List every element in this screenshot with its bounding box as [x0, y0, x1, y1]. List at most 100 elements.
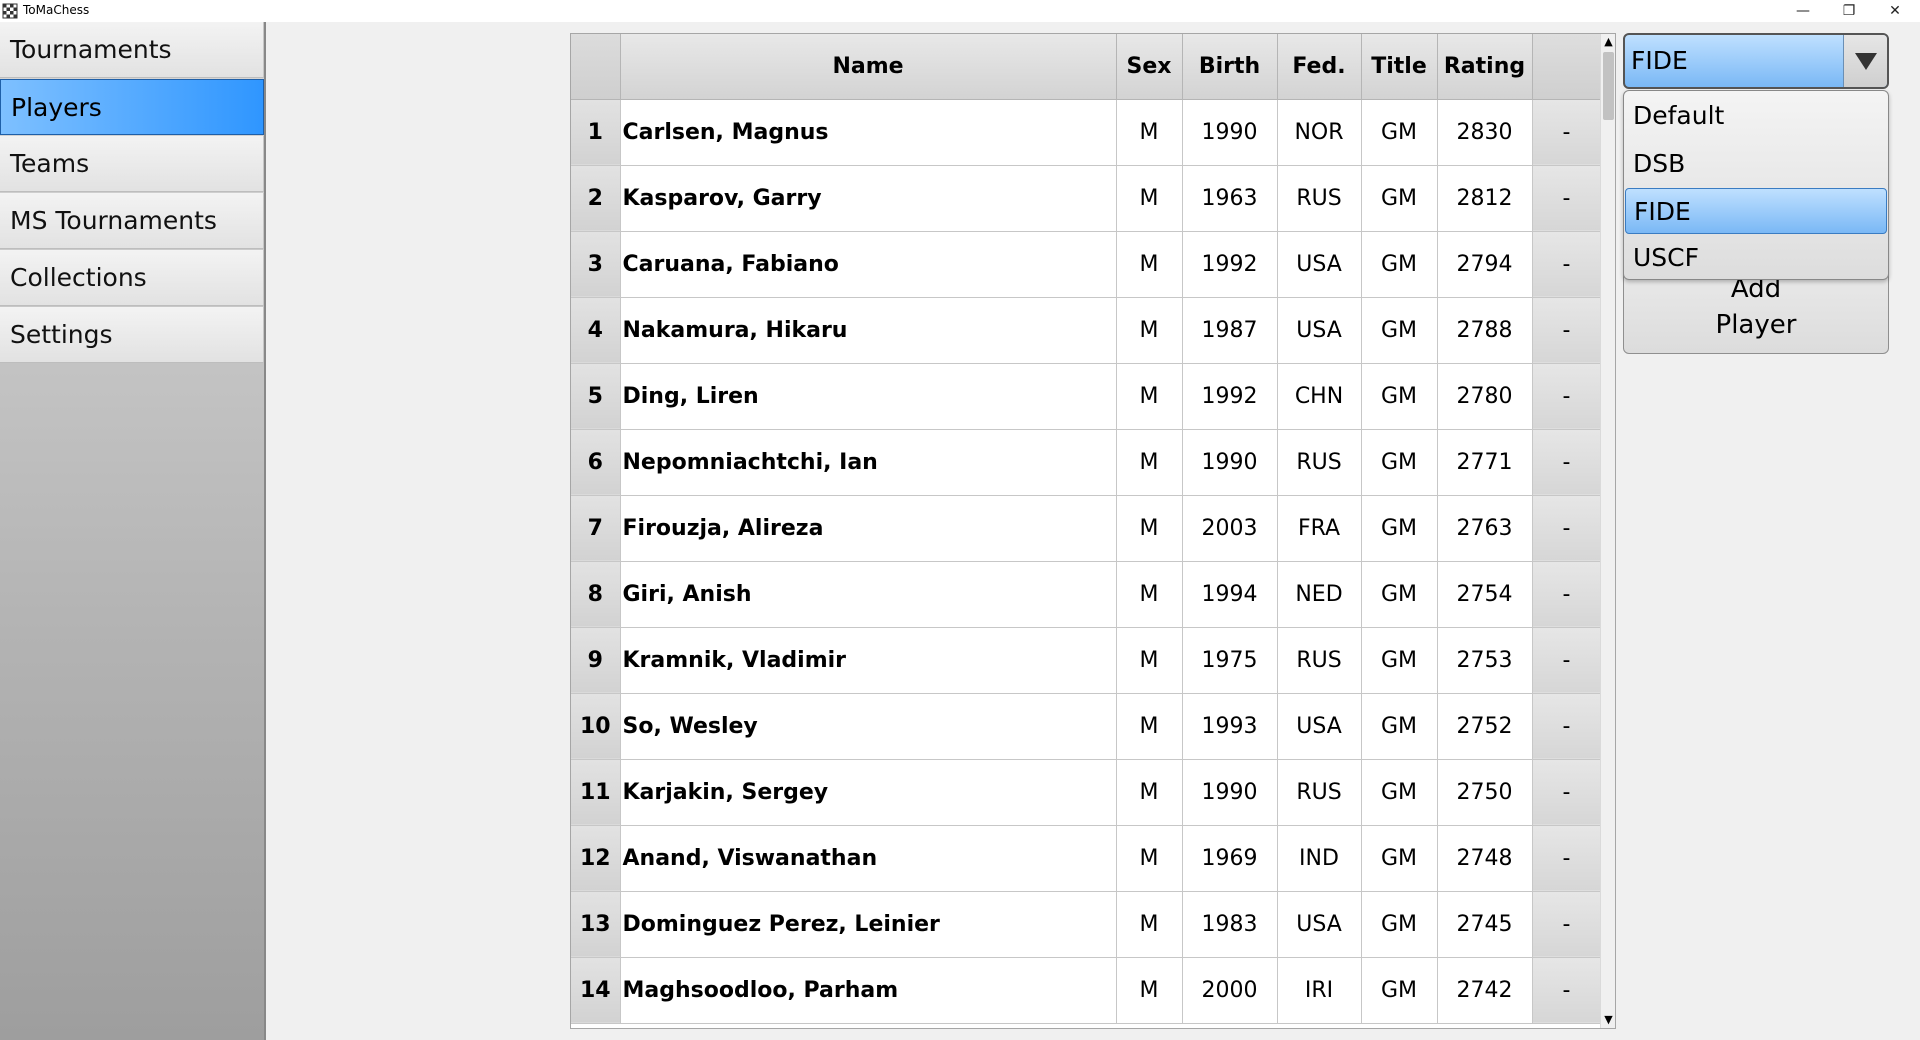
federation-cell[interactable]: RUS	[1277, 429, 1362, 496]
row-index-cell[interactable]: 12	[571, 825, 621, 892]
federation-cell[interactable]: USA	[1277, 297, 1362, 364]
federation-cell[interactable]: FRA	[1277, 495, 1362, 562]
rating-cell[interactable]: 2745	[1437, 891, 1533, 958]
table-row[interactable]: 9 Kramnik, Vladimir M 1975 RUS GM 2753-	[571, 627, 1602, 694]
row-actions-cell[interactable]: -	[1532, 165, 1602, 232]
birth-year-cell[interactable]: 2000	[1182, 957, 1278, 1024]
federation-cell[interactable]: USA	[1277, 693, 1362, 760]
rating-cell[interactable]: 2812	[1437, 165, 1533, 232]
row-index-cell[interactable]: 13	[571, 891, 621, 958]
row-index-cell[interactable]: 7	[571, 495, 621, 562]
rating-cell[interactable]: 2754	[1437, 561, 1533, 628]
sex-cell[interactable]: M	[1116, 693, 1183, 760]
row-actions-cell[interactable]: -	[1532, 231, 1602, 298]
sex-cell[interactable]: M	[1116, 363, 1183, 430]
rating-cell[interactable]: 2750	[1437, 759, 1533, 826]
row-actions-cell[interactable]: -	[1532, 495, 1602, 562]
rating-list-select[interactable]: FIDE	[1623, 33, 1889, 89]
sidebar-item-settings[interactable]: Settings	[0, 307, 264, 363]
federation-cell[interactable]: IND	[1277, 825, 1362, 892]
sex-cell[interactable]: M	[1116, 429, 1183, 496]
row-actions-cell[interactable]: -	[1532, 759, 1602, 826]
dropdown-option-default[interactable]: Default	[1625, 93, 1887, 139]
player-name-cell[interactable]: Nepomniachtchi, Ian	[620, 429, 1117, 496]
birth-year-cell[interactable]: 1992	[1182, 363, 1278, 430]
rating-cell[interactable]: 2763	[1437, 495, 1533, 562]
birth-year-cell[interactable]: 1990	[1182, 99, 1278, 166]
minimize-button[interactable]: —	[1780, 0, 1826, 22]
close-button[interactable]: ✕	[1872, 0, 1918, 22]
scroll-down-arrow-icon[interactable]: ▼	[1601, 1012, 1616, 1028]
title-cell[interactable]: GM	[1361, 627, 1438, 694]
column-header-rating[interactable]: Rating	[1437, 34, 1533, 100]
scroll-up-arrow-icon[interactable]: ▲	[1601, 34, 1616, 50]
dropdown-option-uscf[interactable]: USCF	[1625, 235, 1887, 281]
rating-cell[interactable]: 2830	[1437, 99, 1533, 166]
title-cell[interactable]: GM	[1361, 99, 1438, 166]
federation-cell[interactable]: NOR	[1277, 99, 1362, 166]
sex-cell[interactable]: M	[1116, 825, 1183, 892]
federation-cell[interactable]: USA	[1277, 231, 1362, 298]
row-index-cell[interactable]: 2	[571, 165, 621, 232]
row-index-cell[interactable]: 4	[571, 297, 621, 364]
column-header-fed[interactable]: Fed.	[1277, 34, 1362, 100]
table-row[interactable]: 6 Nepomniachtchi, Ian M 1990 RUS GM 2771-	[571, 429, 1602, 496]
birth-year-cell[interactable]: 1993	[1182, 693, 1278, 760]
dropdown-option-dsb[interactable]: DSB	[1625, 141, 1887, 187]
row-index-cell[interactable]: 9	[571, 627, 621, 694]
federation-cell[interactable]: CHN	[1277, 363, 1362, 430]
sex-cell[interactable]: M	[1116, 231, 1183, 298]
title-cell[interactable]: GM	[1361, 297, 1438, 364]
row-actions-cell[interactable]: -	[1532, 297, 1602, 364]
row-actions-cell[interactable]: -	[1532, 825, 1602, 892]
row-actions-cell[interactable]: -	[1532, 561, 1602, 628]
table-row[interactable]: 3 Caruana, Fabiano M 1992 USA GM 2794-	[571, 231, 1602, 298]
rating-cell[interactable]: 2753	[1437, 627, 1533, 694]
title-cell[interactable]: GM	[1361, 891, 1438, 958]
title-cell[interactable]: GM	[1361, 363, 1438, 430]
federation-cell[interactable]: RUS	[1277, 627, 1362, 694]
birth-year-cell[interactable]: 1987	[1182, 297, 1278, 364]
sex-cell[interactable]: M	[1116, 297, 1183, 364]
table-row[interactable]: 11 Karjakin, Sergey M 1990 RUS GM 2750-	[571, 759, 1602, 826]
rating-cell[interactable]: 2752	[1437, 693, 1533, 760]
player-name-cell[interactable]: Kramnik, Vladimir	[620, 627, 1117, 694]
sex-cell[interactable]: M	[1116, 891, 1183, 958]
sidebar-item-collections[interactable]: Collections	[0, 250, 264, 306]
title-cell[interactable]: GM	[1361, 429, 1438, 496]
federation-cell[interactable]: IRI	[1277, 957, 1362, 1024]
row-actions-cell[interactable]: -	[1532, 957, 1602, 1024]
sex-cell[interactable]: M	[1116, 561, 1183, 628]
restore-button[interactable]: ❐	[1826, 0, 1872, 22]
player-name-cell[interactable]: Karjakin, Sergey	[620, 759, 1117, 826]
title-cell[interactable]: GM	[1361, 561, 1438, 628]
sidebar-item-tournaments[interactable]: Tournaments	[0, 22, 264, 78]
row-actions-cell[interactable]: -	[1532, 99, 1602, 166]
table-row[interactable]: 10 So, Wesley M 1993 USA GM 2752-	[571, 693, 1602, 760]
birth-year-cell[interactable]: 1963	[1182, 165, 1278, 232]
table-row[interactable]: 12 Anand, Viswanathan M 1969 IND GM 2748-	[571, 825, 1602, 892]
dropdown-toggle-button[interactable]	[1843, 35, 1887, 87]
sidebar-item-teams[interactable]: Teams	[0, 136, 264, 192]
row-actions-cell[interactable]: -	[1532, 429, 1602, 496]
rating-cell[interactable]: 2780	[1437, 363, 1533, 430]
federation-cell[interactable]: NED	[1277, 561, 1362, 628]
sex-cell[interactable]: M	[1116, 759, 1183, 826]
table-row[interactable]: 1 Carlsen, Magnus M 1990 NOR GM 2830-	[571, 99, 1602, 166]
title-cell[interactable]: GM	[1361, 759, 1438, 826]
row-index-cell[interactable]: 6	[571, 429, 621, 496]
row-index-cell[interactable]: 14	[571, 957, 621, 1024]
table-row[interactable]: 4 Nakamura, Hikaru M 1987 USA GM 2788-	[571, 297, 1602, 364]
rating-cell[interactable]: 2748	[1437, 825, 1533, 892]
player-name-cell[interactable]: Caruana, Fabiano	[620, 231, 1117, 298]
row-actions-cell[interactable]: -	[1532, 363, 1602, 430]
scrollbar-thumb[interactable]	[1603, 52, 1614, 120]
title-cell[interactable]: GM	[1361, 693, 1438, 760]
title-cell[interactable]: GM	[1361, 231, 1438, 298]
player-name-cell[interactable]: Maghsoodloo, Parham	[620, 957, 1117, 1024]
title-cell[interactable]: GM	[1361, 165, 1438, 232]
birth-year-cell[interactable]: 1969	[1182, 825, 1278, 892]
player-name-cell[interactable]: So, Wesley	[620, 693, 1117, 760]
title-cell[interactable]: GM	[1361, 495, 1438, 562]
federation-cell[interactable]: USA	[1277, 891, 1362, 958]
